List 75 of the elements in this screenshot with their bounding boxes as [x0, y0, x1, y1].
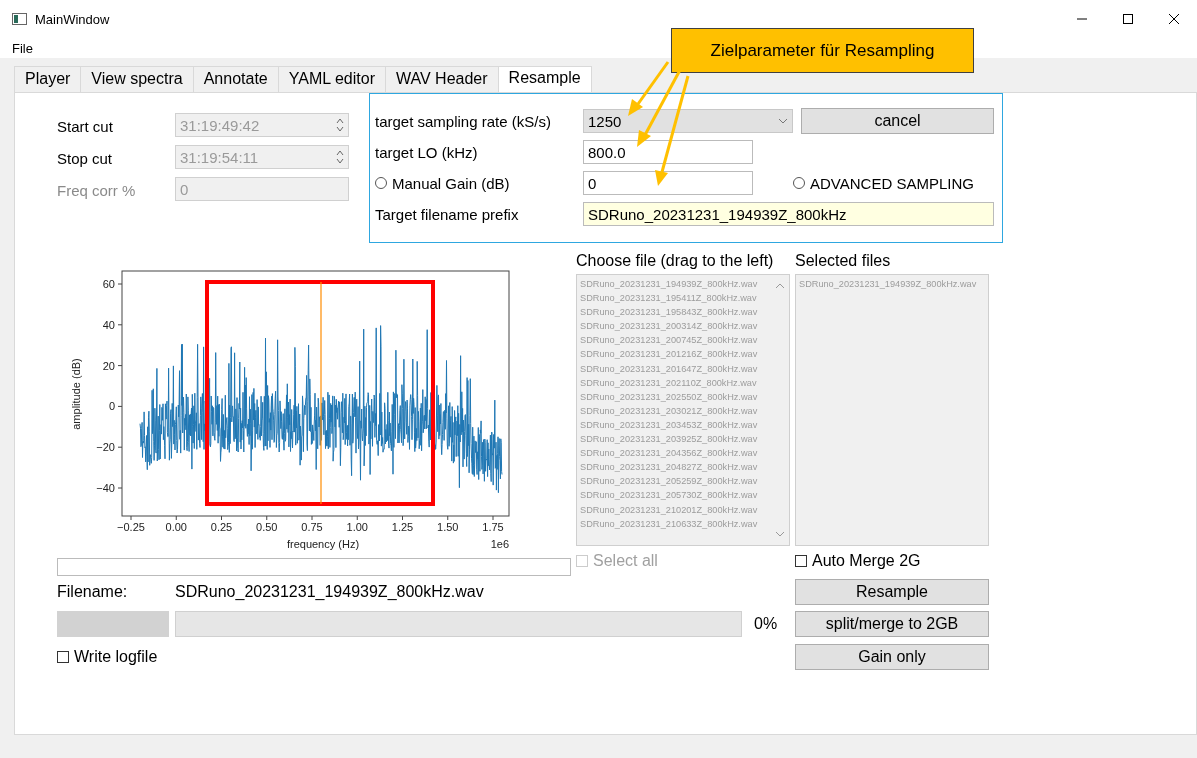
file-item[interactable]: SDRuno_20231231_194939Z_800kHz.wav	[580, 277, 758, 292]
file-item[interactable]: SDRuno_20231231_195843Z_800kHz.wav	[580, 305, 758, 320]
input-field[interactable]: SDRuno_20231231_194939Z_800kHz	[583, 202, 994, 226]
list-label: Selected files	[795, 251, 892, 271]
input-field[interactable]: 800.0	[583, 140, 753, 164]
x-tick-label: 0.50	[256, 521, 278, 533]
scroll-up-icon[interactable]	[775, 283, 785, 289]
menu-item[interactable]: File	[10, 40, 35, 56]
app-icon	[12, 13, 27, 25]
y-tick-label: −40	[96, 482, 115, 494]
spin-arrows-icon	[336, 117, 344, 133]
callout-box: Zielparameter für Resampling	[671, 28, 974, 73]
sampling-rate-dropdown[interactable]: 1250	[583, 109, 793, 133]
scroll-down-icon[interactable]	[775, 531, 785, 537]
radio-button[interactable]: ADVANCED SAMPLING	[793, 174, 994, 192]
axis-offset-label: 1e6	[490, 538, 509, 550]
field-label: Start cut	[57, 116, 114, 137]
selected-files-list[interactable]: SDRuno_20231231_194939Z_800kHz.wav	[795, 274, 989, 546]
field-label: Target filename prefix	[375, 204, 520, 225]
progress-reading: 0%	[754, 615, 779, 633]
maximize-icon	[1123, 14, 1133, 24]
file-item[interactable]: SDRuno_20231231_202550Z_800kHz.wav	[580, 389, 758, 404]
filename-value: SDRuno_20231231_194939Z_800kHz.wav	[175, 583, 484, 601]
field-label: Stop cut	[57, 148, 114, 169]
file-item[interactable]: SDRuno_20231231_205259Z_800kHz.wav	[580, 474, 758, 489]
action-button[interactable]: Resample	[795, 579, 989, 605]
close-icon	[1169, 14, 1179, 24]
x-tick-label: 1.00	[346, 521, 368, 533]
x-tick-label: 0.75	[301, 521, 323, 533]
action-button[interactable]: split/merge to 2GB	[795, 611, 989, 637]
file-item[interactable]: SDRuno_20231231_200745Z_800kHz.wav	[580, 333, 758, 348]
file-item[interactable]: SDRuno_20231231_203021Z_800kHz.wav	[580, 403, 758, 418]
file-item[interactable]: SDRuno_20231231_203925Z_800kHz.wav	[580, 432, 758, 447]
x-tick-label: 0.00	[165, 521, 187, 533]
radio-button[interactable]: Manual Gain (dB)	[375, 174, 583, 192]
file-item[interactable]: SDRuno_20231231_210201Z_800kHz.wav	[580, 502, 758, 517]
file-item[interactable]: SDRuno_20231231_210633Z_800kHz.wav	[580, 516, 758, 531]
chevron-icon	[778, 118, 788, 124]
y-axis-label: amplitude (dB)	[70, 358, 82, 430]
file-item[interactable]: SDRuno_20231231_204827Z_800kHz.wav	[580, 460, 758, 475]
cancel-button[interactable]: cancel	[801, 108, 994, 134]
list-label: Choose file (drag to the left)	[576, 251, 775, 271]
y-tick-label: 0	[108, 400, 115, 413]
file-item[interactable]: SDRuno_20231231_202110Z_800kHz.wav	[580, 375, 757, 390]
file-item[interactable]: SDRuno_20231231_201647Z_800kHz.wav	[580, 361, 758, 376]
y-tick-label: −20	[96, 441, 115, 454]
file-item[interactable]: SDRuno_20231231_194939Z_800kHz.wav	[799, 277, 977, 292]
write-logfile-checkbox[interactable]: Write logfile	[57, 648, 571, 666]
y-tick-label: 40	[102, 318, 115, 331]
input-field[interactable]: 0	[583, 171, 753, 195]
y-tick-label: 20	[102, 359, 115, 372]
file-item[interactable]: SDRuno_20231231_203453Z_800kHz.wav	[580, 417, 758, 433]
x-tick-label: 1.25	[391, 521, 414, 533]
file-list[interactable]	[576, 274, 790, 546]
x-tick-label: 1.75	[482, 521, 504, 533]
file-item[interactable]: SDRuno_20231231_201216Z_800kHz.wav	[580, 347, 758, 362]
file-item[interactable]: SDRuno_20231231_200314Z_800kHz.wav	[580, 319, 758, 334]
spin-arrows-icon	[336, 149, 344, 165]
auto-merge-checkbox[interactable]: Auto Merge 2G	[795, 546, 989, 576]
x-tick-label: −0.25	[117, 521, 145, 533]
tab[interactable]: Resample	[497, 66, 592, 92]
field-label: target LO (kHz)	[375, 142, 479, 163]
file-item[interactable]: SDRuno_20231231_204356Z_800kHz.wav	[580, 446, 758, 461]
window-title: MainWindow	[35, 11, 110, 27]
field-label: Freq corr %	[57, 180, 137, 201]
field-label: target sampling rate (kS/s)	[375, 111, 552, 132]
file-item[interactable]: SDRuno_20231231_205730Z_800kHz.wav	[580, 488, 758, 503]
tab[interactable]: Player	[14, 66, 82, 92]
x-tick-label: 1.50	[437, 521, 459, 533]
y-tick-label: 60	[102, 278, 115, 290]
action-button[interactable]: Gain only	[795, 644, 989, 670]
filename-label: Filename:	[57, 583, 129, 601]
x-tick-label: 0.25	[210, 521, 233, 533]
x-axis-label: frequency (Hz)	[286, 538, 360, 550]
file-item[interactable]: SDRuno_20231231_195411Z_800kHz.wav	[580, 291, 757, 306]
